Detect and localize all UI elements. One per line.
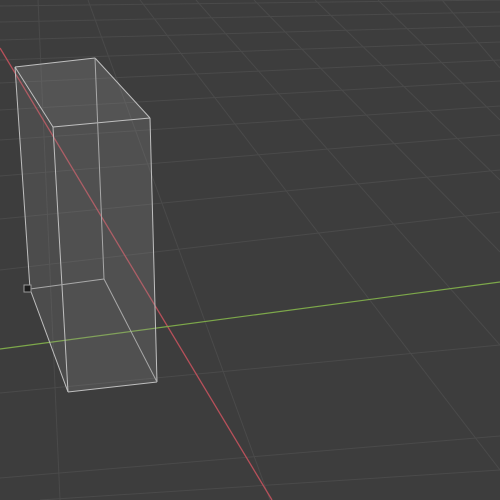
viewport-canvas[interactable] xyxy=(0,0,500,500)
3d-viewport[interactable] xyxy=(0,0,500,500)
object-origin-marker[interactable] xyxy=(23,284,32,293)
